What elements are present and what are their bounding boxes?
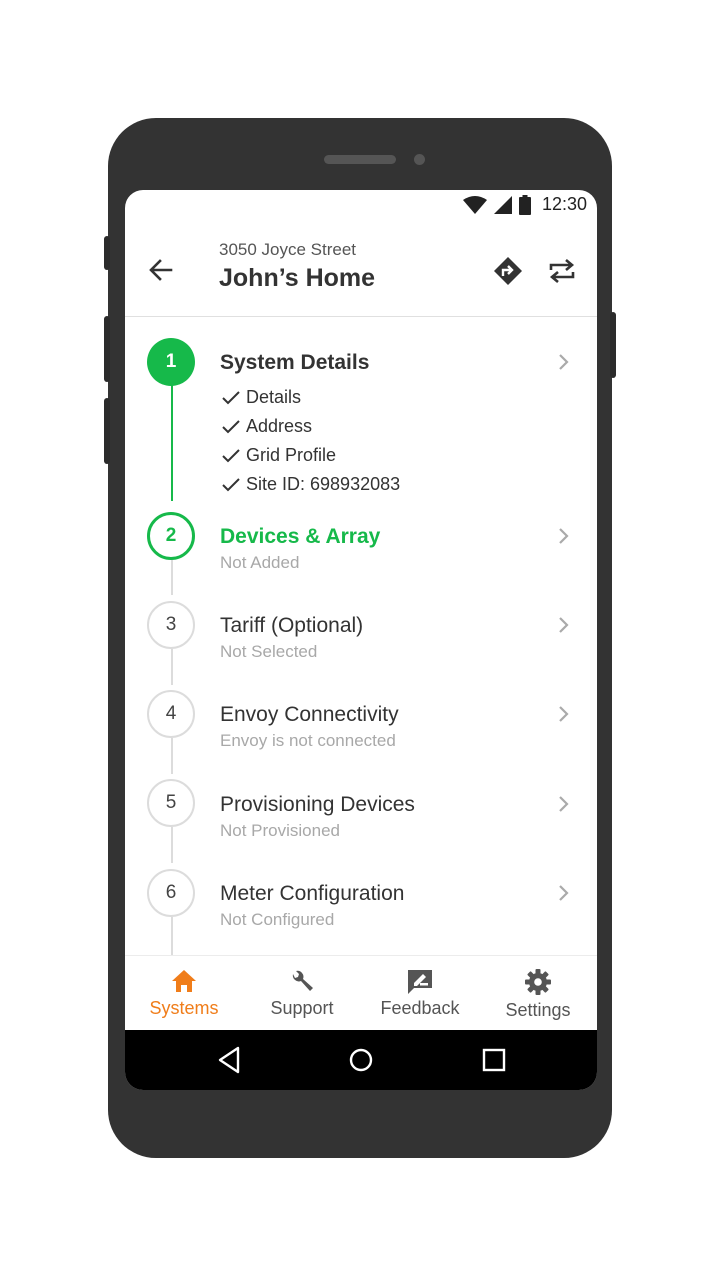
chevron-right-icon — [559, 354, 569, 370]
tab-label: Support — [270, 998, 334, 1018]
tab-label: Feedback — [380, 998, 460, 1018]
volume-down-button — [104, 398, 110, 464]
step-title: Devices & Array — [220, 525, 381, 548]
battery-icon — [518, 194, 531, 215]
step-number-badge: 1 — [147, 338, 195, 386]
power-button — [610, 312, 616, 378]
step-status: Not Provisioned — [220, 821, 341, 840]
page-title: John’s Home — [219, 264, 376, 292]
checkmark-icon — [222, 477, 240, 491]
chevron-right-icon — [559, 885, 569, 901]
chevron-right-icon — [559, 528, 569, 544]
progress-line — [171, 559, 173, 595]
checklist-label: Grid Profile — [246, 445, 337, 465]
cell-signal-icon — [493, 195, 512, 214]
volume-up-button — [104, 316, 110, 382]
checkmark-icon — [222, 419, 240, 433]
swap-icon[interactable] — [547, 256, 577, 286]
site-street: 3050 Joyce Street — [219, 240, 357, 259]
step-number-badge: 2 — [147, 512, 195, 560]
nav-recents-icon[interactable] — [482, 1046, 506, 1074]
checkmark-icon — [222, 448, 240, 462]
feedback-icon — [408, 970, 432, 994]
progress-line — [171, 827, 173, 863]
nav-back-icon[interactable] — [217, 1046, 241, 1074]
step-title: Provisioning Devices — [220, 793, 415, 816]
app-screen: 12:30 3050 Joyce Street John’s Home 1 Sy… — [125, 190, 597, 1090]
setup-steps-list: 1 System Details Details Address Grid Pr… — [125, 317, 597, 955]
step-number-badge: 5 — [147, 779, 195, 827]
checklist-label: Details — [246, 387, 302, 407]
step-title: Meter Configuration — [220, 882, 405, 905]
step-title: System Details — [220, 351, 370, 374]
tab-systems[interactable]: Systems — [125, 956, 243, 1032]
checkmark-icon — [222, 390, 240, 404]
step-title: Tariff (Optional) — [220, 614, 364, 637]
step-number-badge: 6 — [147, 869, 195, 917]
front-camera — [414, 154, 425, 165]
side-button — [104, 236, 110, 270]
status-time: 12:30 — [541, 194, 587, 214]
checklist-item: Details — [222, 387, 301, 408]
tab-settings[interactable]: Settings — [479, 956, 597, 1032]
step-status: Not Configured — [220, 910, 335, 929]
step-title: Envoy Connectivity — [220, 703, 399, 726]
nav-home-icon[interactable] — [349, 1046, 373, 1074]
tab-support[interactable]: Support — [243, 956, 361, 1032]
progress-line-complete — [171, 383, 173, 501]
chevron-right-icon — [559, 617, 569, 633]
progress-line — [171, 917, 173, 955]
wifi-icon — [462, 195, 487, 214]
checklist-item: Grid Profile — [222, 445, 336, 466]
step-status: Envoy is not connected — [220, 731, 396, 750]
system-nav-bar — [125, 1030, 597, 1090]
progress-line — [171, 738, 173, 774]
step-status: Not Added — [220, 553, 300, 572]
tab-feedback[interactable]: Feedback — [361, 956, 479, 1032]
gear-icon — [525, 969, 551, 995]
app-header: 3050 Joyce Street John’s Home — [125, 220, 597, 317]
chevron-right-icon — [559, 796, 569, 812]
tab-label: Systems — [149, 998, 219, 1018]
checklist-label: Site ID: 698932083 — [246, 474, 401, 494]
checklist-label: Address — [246, 416, 313, 436]
progress-line — [171, 649, 173, 685]
earpiece-speaker — [324, 155, 396, 164]
step-number-badge: 3 — [147, 601, 195, 649]
tab-label: Settings — [505, 1000, 571, 1020]
checklist-item: Site ID: 698932083 — [222, 474, 400, 495]
directions-icon[interactable] — [493, 256, 523, 286]
bottom-tab-bar: Systems Support Feedback Settings — [125, 955, 597, 1032]
step-number-badge: 4 — [147, 690, 195, 738]
home-icon — [172, 970, 196, 992]
back-arrow-icon[interactable] — [147, 256, 175, 284]
status-bar: 12:30 — [125, 190, 597, 220]
checklist-item: Address — [222, 416, 312, 437]
chevron-right-icon — [559, 706, 569, 722]
wrench-icon — [292, 970, 313, 991]
step-status: Not Selected — [220, 642, 318, 661]
